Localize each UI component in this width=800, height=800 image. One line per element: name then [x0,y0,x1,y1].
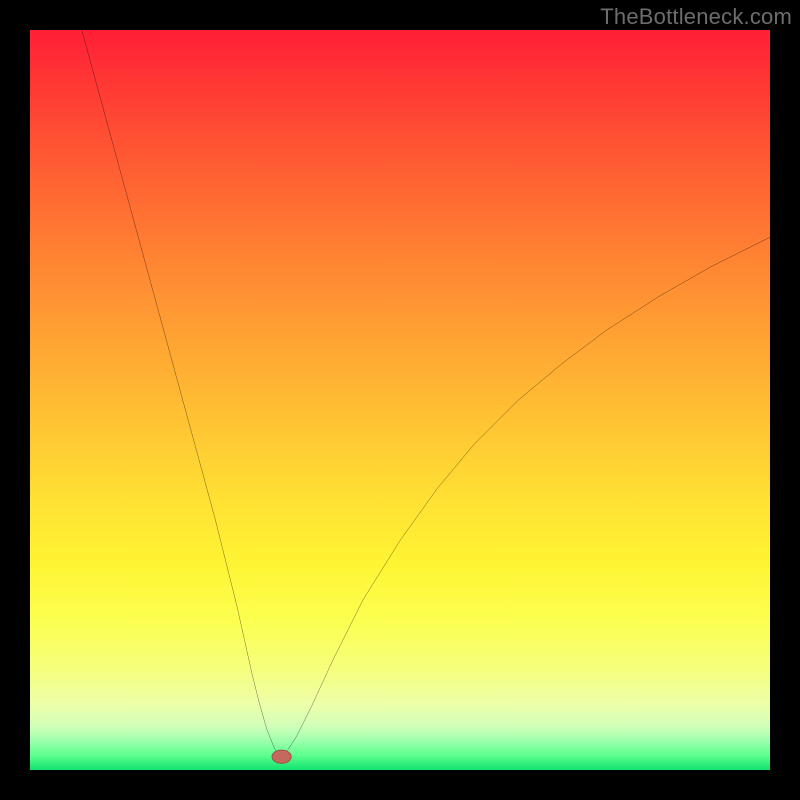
watermark-text: TheBottleneck.com [600,4,792,30]
chart-svg [30,30,770,770]
chart-frame: TheBottleneck.com [0,0,800,800]
bottleneck-curve [82,30,770,757]
plot-area [30,30,770,770]
minimum-marker [272,750,291,763]
